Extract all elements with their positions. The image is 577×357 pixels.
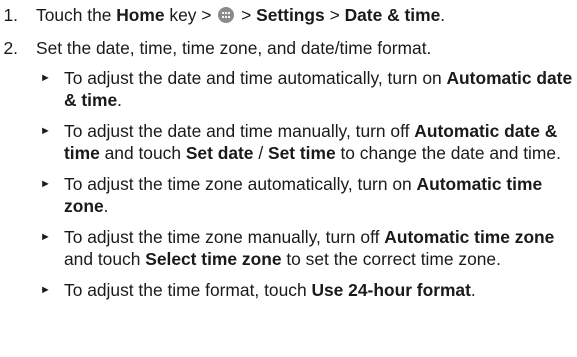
step-text: Set the date, time, time zone, and date/… — [36, 38, 432, 58]
bullet-text: and touch — [64, 249, 146, 269]
settings-label: Settings — [256, 5, 325, 25]
bullet-list: ► To adjust the date and time automatica… — [0, 67, 577, 301]
bullet-text: To adjust the date and time automaticall… — [64, 68, 447, 88]
home-key-label: Home — [116, 5, 165, 25]
bullet-text: To adjust the time zone manually, turn o… — [64, 227, 385, 247]
bullet-bold: Set date — [185, 143, 254, 163]
bullet-text: To adjust the date and time manually, tu… — [64, 121, 415, 141]
bullet-text: to set the correct time zone. — [281, 249, 501, 269]
bullet-arrow-icon: ► — [40, 72, 51, 84]
step-number: 1. — [3, 5, 18, 25]
step-text: > — [236, 5, 257, 25]
bullet-bold: Automatic time zone — [384, 227, 555, 247]
step-2: 2. Set the date, time, time zone, and da… — [0, 37, 577, 59]
bullet-arrow-icon: ► — [40, 284, 51, 296]
bullet-manual-time-zone: ► To adjust the time zone manually, turn… — [0, 226, 577, 270]
bullet-bold: Use 24-hour format — [311, 280, 471, 300]
bullet-bold: Set time — [267, 143, 336, 163]
bullet-bold: Select time zone — [145, 249, 282, 269]
bullet-arrow-icon: ► — [40, 125, 51, 137]
step-1: 1. Touch the Home key > > Settings > Dat… — [0, 4, 577, 26]
bullet-arrow-icon: ► — [40, 178, 51, 190]
step-text: > — [324, 5, 345, 25]
bullet-time-format: ► To adjust the time format, touch Use 2… — [0, 279, 577, 301]
bullet-text: to change the date and time. — [335, 143, 561, 163]
apps-icon — [218, 7, 235, 23]
bullet-arrow-icon: ► — [40, 231, 51, 243]
bullet-text: To adjust the time zone automatically, t… — [64, 174, 417, 194]
bullet-auto-time-zone: ► To adjust the time zone automatically,… — [0, 173, 577, 217]
instructions-page: 1. Touch the Home key > > Settings > Dat… — [0, 0, 577, 357]
step-text: . — [440, 5, 446, 25]
step-text: key > — [164, 5, 217, 25]
bullet-text: . — [103, 196, 109, 216]
bullet-manual-date-time: ► To adjust the date and time manually, … — [0, 120, 577, 164]
bullet-text: To adjust the time format, touch — [64, 280, 312, 300]
step-text: Touch the — [36, 5, 117, 25]
step-number: 2. — [3, 38, 18, 58]
bullet-text: / — [253, 143, 268, 163]
date-time-label: Date & time — [344, 5, 441, 25]
bullet-auto-date-time: ► To adjust the date and time automatica… — [0, 67, 577, 111]
bullet-text: . — [117, 90, 122, 110]
bullet-text: and touch — [99, 143, 186, 163]
bullet-text: . — [470, 280, 476, 300]
